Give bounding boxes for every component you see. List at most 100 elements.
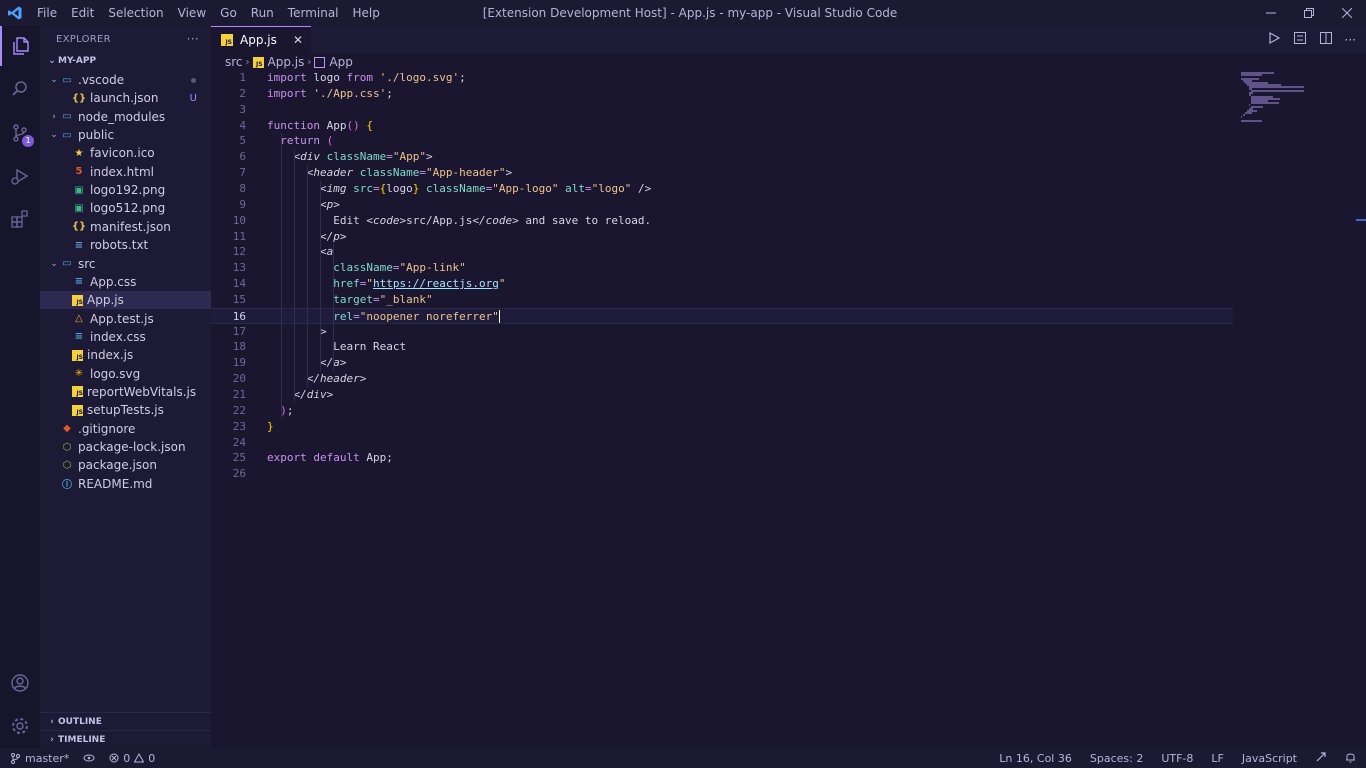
close-window-icon[interactable]: [1328, 0, 1366, 26]
file-item-setuptests-js[interactable]: JS setupTests.js: [40, 401, 211, 419]
explorer-icon[interactable]: [0, 26, 40, 66]
code-line[interactable]: 18 Learn React: [211, 339, 1233, 355]
file-item-launch-json[interactable]: {} launch.json U: [40, 89, 211, 107]
compare-changes-icon[interactable]: [1293, 30, 1307, 49]
error-count: 0: [123, 751, 131, 765]
code-editor[interactable]: 1 import logo from './logo.svg'; 2 import '…: [211, 70, 1233, 730]
restore-icon[interactable]: [1290, 0, 1328, 26]
menu-view[interactable]: View: [171, 0, 213, 26]
timeline-section[interactable]: › TIMELINE: [40, 730, 211, 748]
code-line[interactable]: 5 return (: [211, 133, 1233, 149]
code-line[interactable]: 26: [211, 466, 1233, 482]
code-line[interactable]: 12 <a: [211, 244, 1233, 260]
menu-go[interactable]: Go: [213, 0, 244, 26]
outline-section[interactable]: › OUTLINE: [40, 712, 211, 730]
file-label: node_modules: [78, 109, 166, 124]
code-line[interactable]: 7 <header className="App-header">: [211, 165, 1233, 181]
line-number: 6: [239, 150, 246, 164]
file-item-public[interactable]: ⌄ ▭ public: [40, 126, 211, 144]
code-line[interactable]: 9 <p>: [211, 197, 1233, 213]
breadcrumb-file[interactable]: App.js: [268, 55, 305, 69]
cursor-position[interactable]: Ln 16, Col 36: [999, 752, 1072, 765]
more-editor-actions-icon[interactable]: ···: [1345, 33, 1356, 47]
file-item-manifest-json[interactable]: {} manifest.json: [40, 218, 211, 236]
account-icon[interactable]: [0, 663, 40, 703]
code-line[interactable]: 10 Edit <code>src/App.js</code> and save…: [211, 213, 1233, 229]
code-line[interactable]: 17 >: [211, 324, 1233, 340]
code-line[interactable]: 24: [211, 435, 1233, 451]
file-item-app-js[interactable]: JS App.js: [40, 291, 211, 310]
file-item-logo192-png[interactable]: ▣ logo192.png: [40, 181, 211, 199]
workspace-root[interactable]: ⌄ MY-APP: [40, 52, 211, 70]
branch-status[interactable]: master*: [10, 752, 69, 765]
minimap[interactable]: [1233, 70, 1355, 730]
code-line[interactable]: 14 href="https://reactjs.org": [211, 276, 1233, 292]
menu-help[interactable]: Help: [346, 0, 387, 26]
code-line[interactable]: 21 </div>: [211, 387, 1233, 403]
code-line[interactable]: 1 import logo from './logo.svg';: [211, 70, 1233, 86]
scrollbar-indicator[interactable]: [1356, 219, 1366, 221]
menu-edit[interactable]: Edit: [64, 0, 101, 26]
menu-selection[interactable]: Selection: [101, 0, 170, 26]
notifications-bell-icon[interactable]: [1345, 751, 1356, 766]
minimize-icon[interactable]: [1252, 0, 1290, 26]
code-line[interactable]: 6 <div className="App">: [211, 149, 1233, 165]
code-line[interactable]: 4 function App() {: [211, 118, 1233, 134]
file-item-logo512-png[interactable]: ▣ logo512.png: [40, 199, 211, 217]
breadcrumb-src[interactable]: src: [225, 55, 243, 69]
problems-status[interactable]: 0 0: [109, 752, 155, 765]
code-line[interactable]: 23}: [211, 419, 1233, 435]
code-line[interactable]: 15 target="_blank": [211, 292, 1233, 308]
settings-gear-icon[interactable]: [0, 706, 40, 746]
file-item-gitignore[interactable]: ◆ .gitignore: [40, 420, 211, 438]
tab-app-js[interactable]: JS App.js ✕: [211, 26, 311, 53]
code-line[interactable]: 19 </a>: [211, 355, 1233, 371]
file-item-reportwebvitals-js[interactable]: JS reportWebVitals.js: [40, 383, 211, 401]
run-debug-icon[interactable]: [0, 156, 40, 196]
line-text: import './App.css';: [267, 86, 393, 100]
code-line[interactable]: 20 </header>: [211, 371, 1233, 387]
code-line[interactable]: 13 className="App-link": [211, 260, 1233, 276]
title-bar: File Edit Selection View Go Run Terminal Help […: [0, 0, 1366, 26]
search-icon[interactable]: [0, 69, 40, 109]
file-item-index-html[interactable]: 5 index.html: [40, 163, 211, 181]
more-actions-icon[interactable]: ···: [187, 32, 199, 46]
feedback-icon[interactable]: [1315, 751, 1327, 766]
code-line[interactable]: 25 export default App;: [211, 450, 1233, 466]
file-item-robots-txt[interactable]: ≡ robots.txt: [40, 236, 211, 254]
file-item-app-css[interactable]: ≡ App.css: [40, 273, 211, 291]
file-item-vscode[interactable]: ⌄ ▭ .vscode: [40, 71, 211, 89]
code-line[interactable]: 11 </p>: [211, 229, 1233, 245]
source-control-icon[interactable]: 1: [0, 113, 40, 153]
indentation[interactable]: Spaces: 2: [1090, 752, 1143, 765]
close-tab-icon[interactable]: ✕: [293, 33, 303, 47]
line-number: 21: [232, 388, 246, 401]
language-mode[interactable]: JavaScript: [1242, 752, 1297, 765]
file-item-node-modules[interactable]: › ▭ node_modules: [40, 108, 211, 126]
code-line[interactable]: 2 import './App.css';: [211, 86, 1233, 102]
breadcrumb-symbol[interactable]: App: [329, 55, 352, 69]
code-line[interactable]: 3: [211, 102, 1233, 118]
file-item-index-css[interactable]: ≡ index.css: [40, 328, 211, 346]
code-line[interactable]: 22 );: [211, 403, 1233, 419]
sync-icon[interactable]: [83, 753, 95, 763]
file-item-readme-md[interactable]: ⓘ README.md: [40, 475, 211, 493]
menu-terminal[interactable]: Terminal: [281, 0, 346, 26]
file-item-favicon-ico[interactable]: ★ favicon.ico: [40, 144, 211, 162]
encoding[interactable]: UTF-8: [1161, 752, 1193, 765]
file-item-index-js[interactable]: JS index.js: [40, 346, 211, 364]
extensions-icon[interactable]: [0, 199, 40, 239]
split-editor-icon[interactable]: [1319, 30, 1333, 49]
file-item-app-test-js[interactable]: △ App.test.js: [40, 310, 211, 328]
file-label: setupTests.js: [87, 403, 164, 418]
menu-run[interactable]: Run: [244, 0, 281, 26]
file-item-package-lock-json[interactable]: ⬡ package-lock.json: [40, 438, 211, 456]
file-item-logo-svg[interactable]: ✳ logo.svg: [40, 365, 211, 383]
code-line[interactable]: 8 <img src={logo} className="App-logo" a…: [211, 181, 1233, 197]
code-line[interactable]: 16 rel="noopener noreferrer": [211, 307, 1233, 324]
file-item-src[interactable]: ⌄ ▭ src: [40, 255, 211, 273]
file-item-package-json[interactable]: ⬡ package.json: [40, 456, 211, 474]
menu-file[interactable]: File: [30, 0, 64, 26]
line-ending[interactable]: LF: [1211, 752, 1223, 765]
run-icon[interactable]: [1267, 30, 1281, 49]
